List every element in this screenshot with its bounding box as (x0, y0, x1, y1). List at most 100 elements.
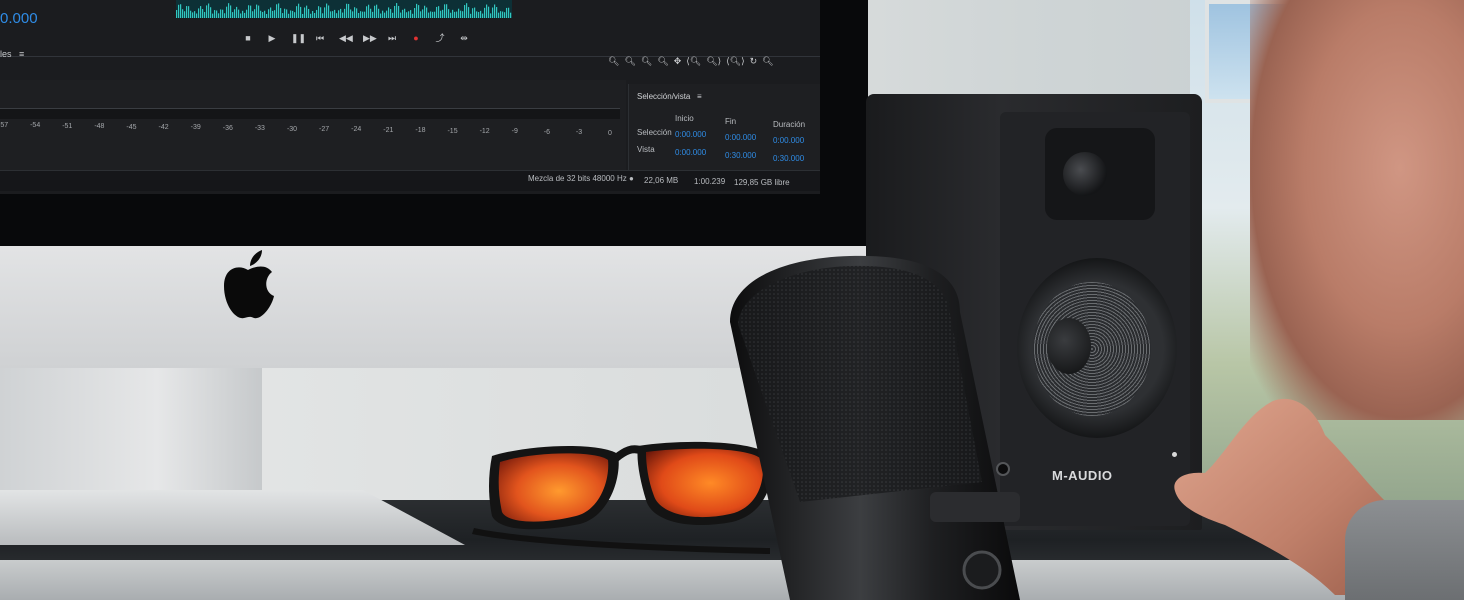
waveform-bar (378, 8, 380, 18)
waveform-bar (310, 13, 312, 18)
zoom-out-time-icon[interactable]: 🔍︎ (657, 56, 668, 70)
waveform-bar (316, 9, 318, 18)
waveform-bar (196, 13, 198, 18)
waveform-bar (274, 10, 276, 18)
waveform-display[interactable] (176, 0, 512, 18)
waveform-bar (472, 8, 474, 18)
zoom-in-time-icon[interactable]: 🔍︎ (641, 56, 652, 70)
waveform-bar (214, 10, 216, 18)
waveform-bar (454, 11, 456, 18)
waveform-bar (330, 11, 332, 18)
play-button[interactable]: ▶ (267, 33, 277, 43)
view-end-field[interactable]: 0:30.000 (725, 151, 756, 160)
waveform-bar (180, 4, 182, 18)
zoom-full-icon[interactable]: ✥ (674, 56, 682, 70)
waveform-bar (502, 11, 504, 18)
waveform-bar (428, 12, 430, 18)
level-meter-bar (0, 108, 620, 119)
waveform-bar (412, 13, 414, 18)
waveform-bar (372, 11, 374, 18)
waveform-bar (408, 11, 410, 18)
waveform-bar (490, 13, 492, 18)
selection-start-field[interactable]: 0:00.000 (675, 130, 706, 139)
stop-button[interactable]: ■ (243, 33, 253, 43)
zoom-selection-icon[interactable]: ⟨🔍︎⟩ (726, 56, 744, 70)
waveform-bar (492, 7, 494, 18)
waveform-bar (246, 9, 248, 18)
waveform-bar (280, 8, 282, 18)
waveform-bar (238, 9, 240, 18)
selection-end-field[interactable]: 0:00.000 (725, 133, 756, 142)
timecode-display: 0.000 (0, 10, 38, 27)
woofer-dust-cap (1047, 318, 1091, 374)
view-start-field[interactable]: 0:00.000 (675, 148, 706, 157)
waveform-bar (448, 9, 450, 18)
panel-menu-icon[interactable]: ≡ (14, 49, 24, 59)
status-mix-format: Mezcla de 32 bits 48000 Hz ● (528, 174, 634, 183)
waveform-bar (470, 13, 472, 18)
waveform-bar (272, 10, 274, 18)
waveform-bar (300, 6, 302, 18)
waveform-bar (190, 10, 192, 18)
waveform-bar (486, 4, 488, 18)
waveform-bar (308, 8, 310, 18)
waveform-bar (182, 9, 184, 18)
view-duration-field[interactable]: 0:30.000 (773, 154, 804, 163)
zoom-in-amplitude-icon[interactable]: 🔍︎ (608, 56, 619, 70)
zoom-in-left-icon[interactable]: ⟨🔍︎ (686, 56, 701, 70)
waveform-bar (488, 6, 490, 18)
waveform-bar (184, 11, 186, 18)
waveform-bar (404, 8, 406, 18)
waveform-bar (268, 9, 270, 18)
panel-title: les ≡ (0, 49, 25, 59)
person-sleeve (1345, 500, 1464, 600)
waveform-bar (362, 11, 364, 18)
waveform-bar (474, 7, 476, 18)
row-label-view: Vista (637, 145, 655, 154)
level-meter-scale: -57-54-51-48-45-42-39-36-33-30-27-24-21-… (0, 122, 620, 137)
waveform-bar (250, 5, 252, 18)
zoom-reset-icon[interactable]: ↻ (750, 56, 758, 70)
selection-panel-menu-icon[interactable]: ≡ (693, 92, 702, 101)
waveform-bar (282, 13, 284, 18)
waveform-bar (314, 13, 316, 18)
waveform-bar (402, 9, 404, 18)
waveform-bar (334, 9, 336, 18)
selection-duration-field[interactable]: 0:00.000 (773, 136, 804, 145)
zoom-out-right-icon[interactable]: 🔍︎⟩ (706, 56, 721, 70)
waveform-bar (224, 13, 226, 18)
waveform-bar (376, 4, 378, 18)
waveform-bar (506, 7, 508, 18)
waveform-bar (244, 12, 246, 18)
skip-forward-button[interactable]: ⏭ (387, 33, 397, 43)
meter-tick-label: -27 (319, 126, 330, 133)
skip-selection-button[interactable]: ⇹ (459, 33, 469, 43)
waveform-bar (240, 13, 242, 18)
waveform-bar (386, 10, 388, 18)
meter-tick-label: -15 (447, 127, 458, 135)
meter-tick-label: -3 (575, 129, 583, 137)
waveform-bar (234, 9, 236, 18)
waveform-bar (254, 9, 256, 18)
waveform-bar (394, 5, 396, 18)
waveform-bar (494, 4, 496, 18)
waveform-bar (290, 10, 292, 18)
waveform-bar (340, 8, 342, 18)
zoom-out-amplitude-icon[interactable]: 🔍︎ (624, 56, 635, 70)
waveform-bar (400, 12, 402, 18)
rewind-button[interactable]: ◀◀ (339, 33, 353, 43)
waveform-bar (434, 11, 436, 18)
zoom-tracks-icon[interactable]: 🔍︎ (762, 56, 773, 70)
record-button[interactable]: ● (411, 33, 421, 43)
waveform-bar (510, 12, 512, 18)
fast-forward-button[interactable]: ▶▶ (363, 33, 377, 43)
status-bar: Mezcla de 32 bits 48000 Hz ● 22,06 MB 1:… (0, 170, 820, 191)
person-face (1250, 0, 1464, 420)
waveform-bar (456, 11, 458, 18)
waveform-bar (286, 9, 288, 18)
loop-button[interactable]: ⤴ (435, 33, 445, 43)
waveform-bar (346, 3, 348, 18)
pause-button[interactable]: ❚❚ (291, 33, 306, 43)
skip-back-button[interactable]: ⏮ (315, 33, 325, 43)
monitor-stand (0, 368, 262, 508)
